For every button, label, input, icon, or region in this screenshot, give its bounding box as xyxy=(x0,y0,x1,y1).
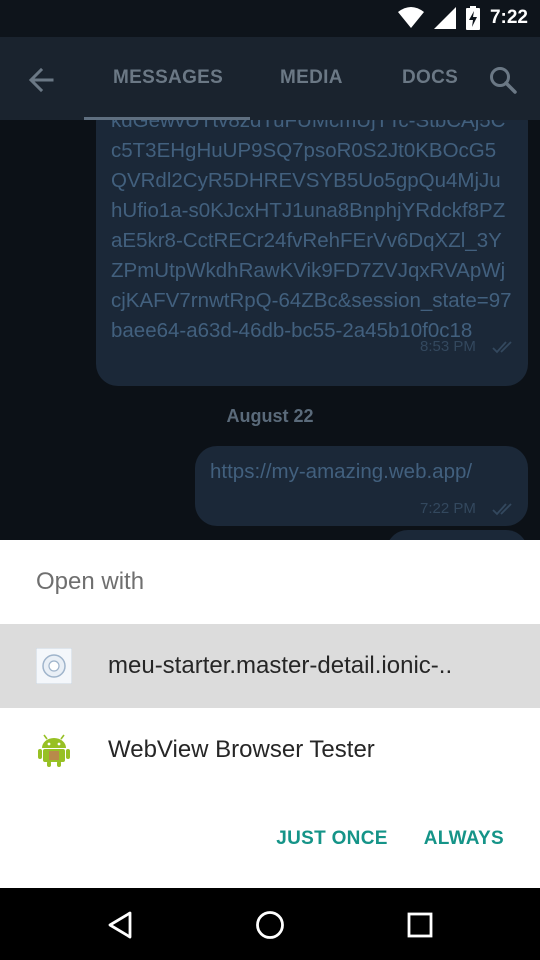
wifi-icon xyxy=(397,7,424,28)
sheet-title: Open with xyxy=(36,568,145,595)
outgoing-message-link[interactable]: https://my-amazing.web.app/ xyxy=(210,460,528,484)
tab-media[interactable]: MEDIA xyxy=(280,67,343,89)
app-option-webview-tester[interactable]: WebView Browser Tester xyxy=(0,708,540,792)
back-button[interactable] xyxy=(22,61,60,99)
search-icon xyxy=(490,67,517,94)
status-time: 7:22 xyxy=(489,7,528,28)
app-option-meu-starter[interactable]: meu-starter.master-detail.ionic-.. xyxy=(0,624,540,708)
outgoing-message-bubble[interactable]: https://my-amazing.web.app/ 7:22 PM xyxy=(195,446,528,526)
search-button[interactable] xyxy=(484,61,522,99)
recents-square-icon xyxy=(407,912,433,938)
status-bar: 7:22 xyxy=(0,0,540,37)
chat-messages-area[interactable]: kdGewvUTtv8zdTuFUMcmUjTTc-StbCAj5Cc5T3EH… xyxy=(0,120,540,540)
date-separator: August 22 xyxy=(226,406,314,426)
home-circle-icon xyxy=(256,911,284,939)
outgoing-message-time: 7:22 PM xyxy=(420,500,476,517)
cellular-signal-icon xyxy=(433,7,456,29)
nav-home-button[interactable] xyxy=(251,906,289,944)
incoming-message-bubble[interactable]: kdGewvUTtv8zdTuFUMcmUjTTc-StbCAj5Cc5T3EH… xyxy=(96,120,528,386)
app-option-label: WebView Browser Tester xyxy=(108,736,375,763)
nav-back-button[interactable] xyxy=(101,906,139,944)
double-check-icon xyxy=(492,503,512,516)
web-app-icon xyxy=(36,648,72,684)
navigation-bar xyxy=(0,888,540,960)
nav-recents-button[interactable] xyxy=(401,906,439,944)
status-icons: 7:22 xyxy=(397,5,528,31)
battery-charging-icon xyxy=(465,6,480,30)
open-with-sheet: Open with meu-starter.master-detail.ioni… xyxy=(0,540,540,888)
always-button[interactable]: ALWAYS xyxy=(424,828,504,850)
app-option-label: meu-starter.master-detail.ionic-.. xyxy=(108,652,453,679)
double-check-icon xyxy=(492,341,512,354)
tab-messages[interactable]: MESSAGES xyxy=(113,67,223,89)
incoming-message-time: 8:53 PM xyxy=(420,338,476,355)
just-once-button[interactable]: JUST ONCE xyxy=(276,828,387,850)
android-robot-icon xyxy=(38,734,70,767)
tab-docs[interactable]: DOCS xyxy=(402,67,458,89)
back-triangle-icon xyxy=(108,911,132,939)
incoming-message-text[interactable]: kdGewvUTtv8zdTuFUMcmUjTTc-StbCAj5Cc5T3EH… xyxy=(111,120,512,346)
next-message-bubble[interactable] xyxy=(386,530,528,540)
back-arrow-icon xyxy=(28,67,54,93)
sheet-actions: JUST ONCE ALWAYS xyxy=(276,828,504,850)
app-header: MESSAGES MEDIA DOCS xyxy=(0,37,540,120)
